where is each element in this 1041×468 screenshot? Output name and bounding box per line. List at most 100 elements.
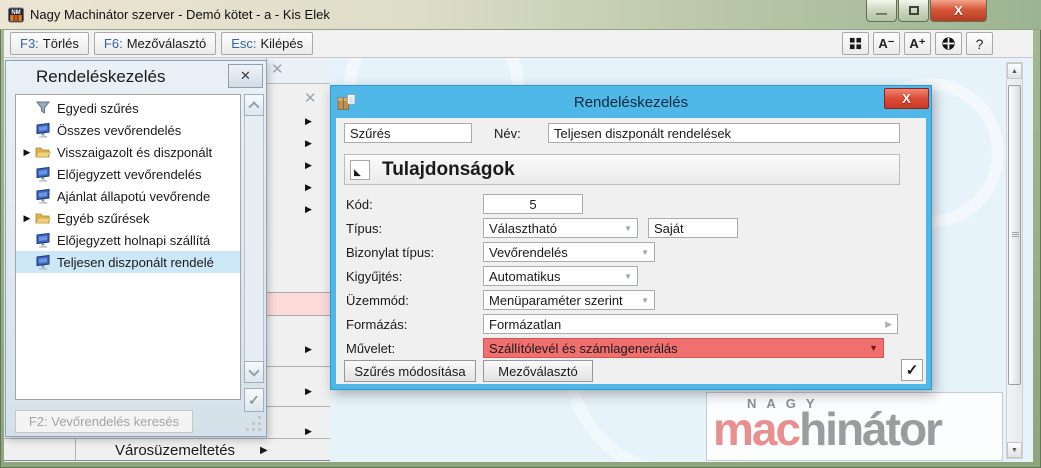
- nav-arrow-icon: ▶: [885, 318, 892, 329]
- background-close-icon[interactable]: ✕: [271, 62, 284, 77]
- panel-apply-button[interactable]: ✓: [244, 388, 264, 412]
- grid-view-button[interactable]: [842, 32, 869, 55]
- exit-button[interactable]: Esc: Kilépés: [221, 32, 314, 55]
- list-item[interactable]: Ajánlat állapotú vevőrende: [16, 185, 240, 207]
- menu-item-varosuzemeltetes[interactable]: Városüzemeltetés: [115, 442, 235, 459]
- highlighted-menu-row[interactable]: [267, 292, 330, 316]
- scroll-up-button[interactable]: ▲: [1007, 63, 1022, 79]
- collapse-button[interactable]: ◣: [350, 159, 370, 180]
- check-icon: ✓: [248, 391, 260, 408]
- scroll-down-button[interactable]: ▼: [1007, 442, 1022, 458]
- collapse-icon: ◣: [354, 166, 361, 177]
- field-label-uzemmod: Üzemmód:: [346, 293, 409, 308]
- dialog-close-button[interactable]: X: [884, 88, 929, 109]
- filter-input[interactable]: [344, 123, 472, 143]
- close-icon: X: [954, 3, 963, 18]
- f2-search-button[interactable]: F2: Vevőrendelés keresés: [15, 410, 193, 433]
- field-label-muvelet: Művelet:: [346, 341, 396, 356]
- list-item[interactable]: ▶ Egyéb szűrések: [16, 207, 240, 229]
- scroll-down-icon: ▼: [1011, 446, 1018, 454]
- name-input[interactable]: [548, 123, 900, 143]
- font-smaller-button[interactable]: A⁻: [873, 32, 900, 55]
- kigyujtes-dropdown[interactable]: Automatikus ▼: [483, 266, 638, 286]
- close-icon: ✕: [240, 68, 251, 83]
- filter-list: Egyedi szűrés Összes vevőrendelés ▶ Viss…: [15, 94, 241, 400]
- field-label-kigyujtes: Kigyűjtés:: [346, 269, 403, 284]
- font-larger-button[interactable]: A⁺: [904, 32, 931, 55]
- list-item[interactable]: Előjegyzett holnapi szállítá: [16, 229, 240, 251]
- brand-logo: NAGY machinátor: [706, 392, 1003, 461]
- menu-arrow-icon[interactable]: ▶: [305, 116, 312, 126]
- menu-arrow-icon: ▶: [260, 445, 268, 456]
- muvelet-dropdown[interactable]: Szállítólevél és számlagenerálás ▼: [483, 338, 884, 358]
- background-close-icon[interactable]: ✕: [304, 91, 317, 106]
- dialog-title-bar[interactable]: Rendeléskezelés X: [331, 86, 931, 118]
- close-button[interactable]: X: [930, 0, 987, 22]
- menu-arrow-icon[interactable]: ▶: [305, 138, 312, 148]
- list-item[interactable]: Előjegyzett vevőrendelés: [16, 163, 240, 185]
- background-window-strip: ✕ ✕ ▶ ▶ ▶ ▶ ▶ ▶ ▶ ▶: [266, 58, 330, 438]
- kod-input[interactable]: [483, 194, 583, 214]
- field-selector-dialog-button[interactable]: Mezőválasztó: [483, 360, 593, 382]
- close-icon: X: [902, 91, 911, 106]
- monitor-icon: [36, 122, 50, 138]
- dialog-confirm-checkbox[interactable]: ✓: [901, 359, 923, 381]
- menu-arrow-icon[interactable]: ▶: [305, 182, 312, 192]
- font-smaller-icon: A⁻: [878, 35, 895, 51]
- folder-icon: [35, 213, 51, 224]
- target-icon: [942, 37, 955, 50]
- row-divider: [267, 406, 330, 407]
- modify-filter-button[interactable]: Szűrés módosítása: [344, 360, 476, 382]
- list-item[interactable]: Egyedi szűrés: [16, 97, 240, 119]
- formazas-field[interactable]: Formázatlan ▶: [483, 314, 898, 334]
- row-divider: [267, 366, 330, 367]
- menu-arrow-icon[interactable]: ▶: [305, 160, 312, 170]
- field-label-formazas: Formázás:: [346, 317, 408, 332]
- minimize-icon: —: [876, 7, 887, 20]
- main-scrollbar[interactable]: ▲ ▼: [1006, 62, 1023, 459]
- bizonylat-dropdown[interactable]: Vevőrendelés ▼: [483, 242, 655, 262]
- background-menu-row[interactable]: Városüzemeltetés ▶: [4, 438, 330, 461]
- expander-icon[interactable]: ▶: [19, 213, 35, 224]
- svg-text:NM: NM: [11, 10, 20, 16]
- field-selector-button[interactable]: F6: Mezőválasztó: [93, 32, 217, 55]
- menu-arrow-icon[interactable]: ▶: [305, 204, 312, 214]
- sajat-input[interactable]: [648, 218, 738, 238]
- dropdown-arrow-icon: ▼: [641, 295, 649, 305]
- panel-scroll-down-button[interactable]: [244, 361, 264, 383]
- panel-scroll-up-button[interactable]: [244, 94, 264, 116]
- toolbar: F3: Törlés F6: Mezőválasztó Esc: Kilépés…: [4, 30, 1033, 58]
- field-label-kod: Kód:: [346, 197, 373, 212]
- monitor-icon: [36, 232, 50, 248]
- filter-icon: [36, 101, 50, 114]
- list-item-selected[interactable]: Teljesen diszponált rendelé: [16, 251, 240, 273]
- name-label: Név:: [494, 126, 521, 141]
- tipus-dropdown[interactable]: Választható ▼: [483, 218, 638, 238]
- logo-main-text: machinátor: [713, 403, 943, 455]
- uzemmod-dropdown[interactable]: Menüparaméter szerint ▼: [483, 290, 655, 310]
- check-icon: ✓: [905, 362, 919, 379]
- main-content: ✕ ✕ ▶ ▶ ▶ ▶ ▶ ▶ ▶ ▶ Városüzemeltetés ▶ N…: [4, 58, 1033, 462]
- expander-icon[interactable]: ▶: [19, 147, 35, 158]
- dialog-title: Rendeléskezelés: [573, 93, 689, 111]
- target-button[interactable]: [935, 32, 962, 55]
- panel-scrollbar-track[interactable]: [244, 94, 264, 376]
- list-item[interactable]: ▶ Visszaigazolt és diszponált: [16, 141, 240, 163]
- maximize-button[interactable]: [898, 0, 929, 22]
- minimize-button[interactable]: —: [866, 0, 897, 22]
- menu-arrow-icon[interactable]: ▶: [305, 344, 312, 354]
- help-button[interactable]: ?: [966, 32, 993, 55]
- delete-button[interactable]: F3: Törlés: [10, 32, 89, 55]
- scrollbar-thumb[interactable]: [1008, 85, 1021, 385]
- panel-close-button[interactable]: ✕: [228, 64, 263, 88]
- app-icon: NM: [8, 7, 24, 22]
- field-label-bizonylat: Bizonylat típus:: [346, 245, 435, 260]
- menu-arrow-icon[interactable]: ▶: [305, 386, 312, 396]
- monitor-icon: [36, 254, 50, 270]
- resize-grip[interactable]: [246, 428, 249, 431]
- list-item[interactable]: Összes vevőrendelés: [16, 119, 240, 141]
- maximize-icon: [908, 6, 919, 15]
- menu-arrow-icon[interactable]: ▶: [305, 426, 312, 436]
- window-controls: — X: [866, 0, 987, 22]
- toolbar-icon-group: A⁻ A⁺ ?: [842, 32, 993, 55]
